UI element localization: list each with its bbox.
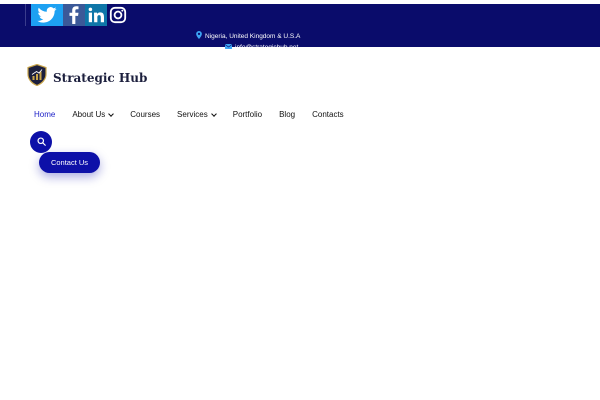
social-divider [25,4,26,26]
chevron-down-icon [108,110,115,117]
brand-name: Strategic Hub [53,70,148,85]
email-text[interactable]: info@strategichub.net [235,43,298,53]
nav-item-label: Courses [130,110,161,119]
facebook-icon[interactable] [63,4,85,26]
nav-item-about-us[interactable]: About Us [72,110,115,119]
main-nav: Home About Us Courses Services Portfolio… [34,110,361,119]
nav-item-label: Services [177,110,208,119]
nav-item-courses[interactable]: Courses [130,110,160,119]
nav-item-home[interactable]: Home [34,110,55,119]
search-button[interactable] [30,131,52,153]
nav-item-label: About Us [72,110,106,119]
contact-info: Nigeria, United Kingdom & U.S.A info@str… [196,31,300,53]
location-row: Nigeria, United Kingdom & U.S.A [196,31,300,43]
nav-item-blog[interactable]: Blog [279,110,295,119]
map-pin-icon [196,31,202,43]
location-text: Nigeria, United Kingdom & U.S.A [205,33,301,40]
social-links [31,4,129,26]
shield-logo-icon [27,63,47,91]
nav-item-label: Blog [279,110,296,119]
chevron-down-icon [210,110,217,117]
twitter-icon[interactable] [31,4,63,26]
contact-us-button[interactable]: Contact Us [39,152,100,173]
email-row[interactable]: info@strategichub.net [224,43,300,53]
nav-item-contacts[interactable]: Contacts [312,110,344,119]
envelope-icon [224,43,233,53]
nav-item-label: Contacts [312,110,344,119]
linkedin-icon[interactable] [85,4,107,26]
nav-item-label: Home [34,110,56,119]
top-bar: Nigeria, United Kingdom & U.S.A info@str… [0,4,600,51]
nav-item-portfolio[interactable]: Portfolio [233,110,262,119]
search-icon [36,133,46,151]
instagram-icon[interactable] [107,4,129,26]
nav-item-services[interactable]: Services [177,110,217,119]
nav-item-label: Portfolio [232,110,263,119]
brand-logo[interactable]: Strategic Hub [27,63,148,91]
